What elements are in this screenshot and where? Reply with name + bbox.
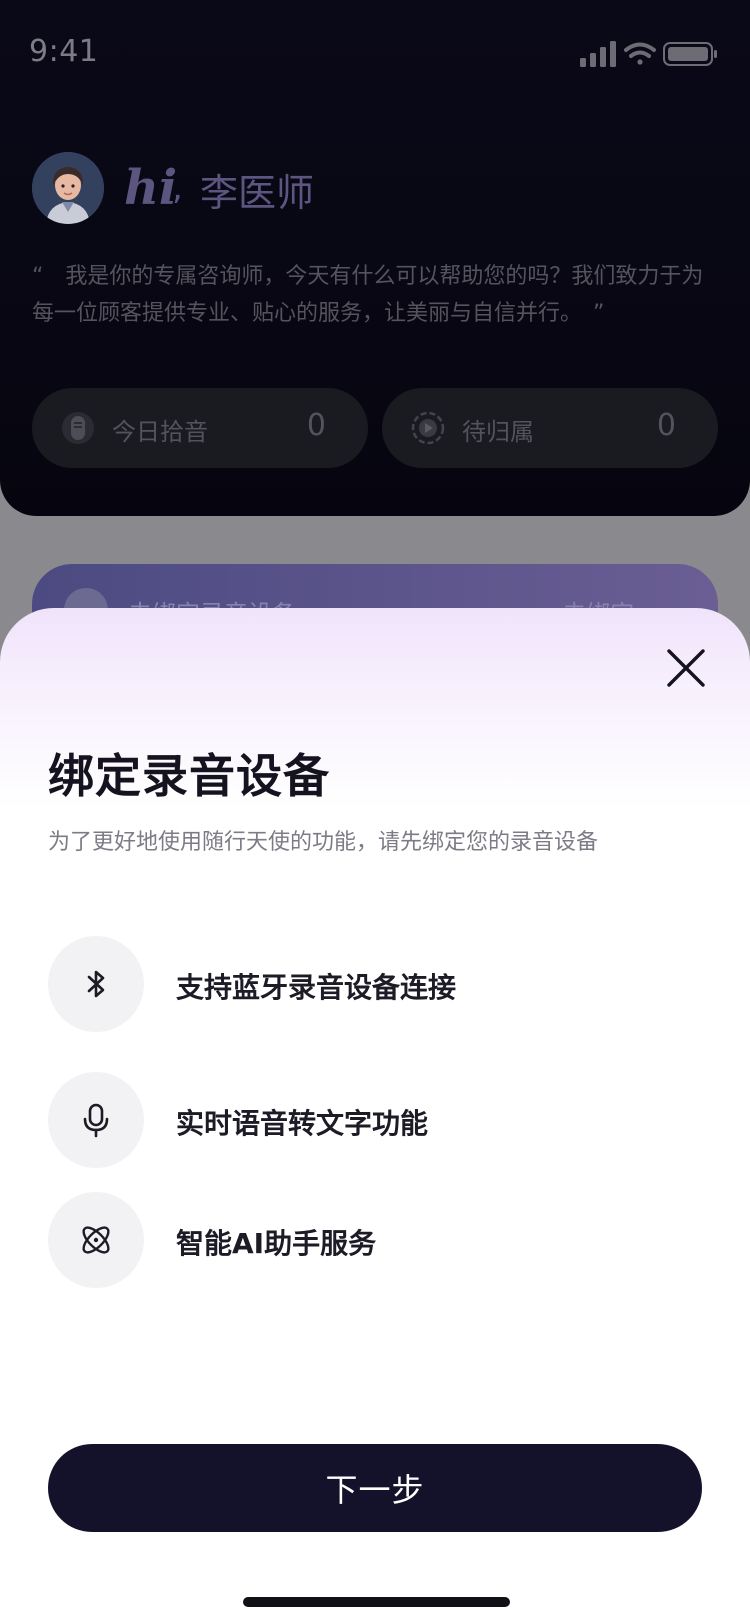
stat-label: 待归属: [462, 418, 534, 446]
feature-bluetooth-label: 支持蓝牙录音设备连接: [176, 971, 457, 1004]
feature-speech-label: 实时语音转文字功能: [176, 1107, 429, 1140]
stat-card-pending[interactable]: 待归属 0: [382, 388, 718, 468]
bluetooth-icon: [87, 970, 105, 998]
feature-icon-circle: [48, 1072, 144, 1168]
home-indicator[interactable]: [243, 1597, 510, 1607]
feature-icon-circle: [48, 936, 144, 1032]
recorder-icon: [62, 412, 94, 444]
stat-card-today[interactable]: 今日拾音 0: [32, 388, 368, 468]
greeting-separator: ,: [172, 168, 183, 208]
battery-icon: [663, 42, 717, 66]
doctor-name: 李医师: [200, 171, 315, 215]
doctor-avatar-icon: [32, 152, 104, 224]
feature-icon-circle: [48, 1192, 144, 1288]
avatar[interactable]: [32, 152, 104, 224]
sheet-title: 绑定录音设备: [48, 749, 330, 803]
next-step-button[interactable]: 下一步: [48, 1444, 702, 1532]
signal-icon: [580, 41, 616, 67]
feature-ai-label: 智能AI助手服务: [176, 1227, 377, 1260]
microphone-icon: [83, 1103, 109, 1138]
status-time: 9:41: [29, 34, 99, 69]
sheet-subtitle: 为了更好地使用随行天使的功能，请先绑定您的录音设备: [48, 830, 599, 855]
intro-text: “ 我是你的专属咨询师，今天有什么可以帮助您的吗？我们致力于为每一位顾客提供专业…: [32, 264, 704, 326]
stat-value: 0: [306, 408, 326, 443]
play-circle-icon: [411, 411, 445, 445]
wifi-icon: [624, 42, 656, 65]
close-icon[interactable]: [662, 644, 710, 692]
greeting-hi: hi: [124, 160, 178, 216]
status-icons: [580, 41, 717, 67]
atom-icon: [82, 1226, 110, 1254]
stat-value: 0: [656, 408, 676, 443]
stat-label: 今日拾音: [112, 418, 208, 446]
